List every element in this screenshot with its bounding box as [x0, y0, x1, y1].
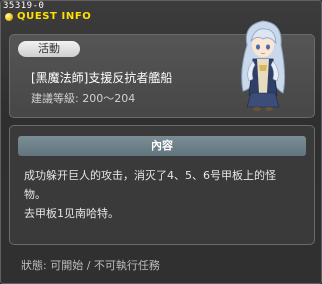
quest-id: 35319-0 [3, 1, 45, 11]
quest-info-window: 35319-0 QUEST INFO 活動 [黑魔法師]支援反抗者艦船 建議等級… [0, 0, 322, 284]
description-line: 成功躲开巨人的攻击，消灭了4、5、6号甲板上的怪 [24, 169, 276, 182]
quest-name: [黑魔法師]支援反抗者艦船 [31, 71, 173, 85]
description-line: 物。 [24, 188, 46, 201]
category-badge: 活動 [18, 41, 80, 57]
yellow-orb-icon [5, 13, 13, 21]
description-line: 去甲板1见南哈特。 [24, 207, 119, 220]
quest-description: 成功躲开巨人的攻击，消灭了4、5、6号甲板上的怪 物。 去甲板1见南哈特。 [24, 166, 304, 223]
recommended-level: 建議等級: 200～204 [31, 92, 136, 105]
window-title: QUEST INFO [17, 11, 92, 22]
npc-portrait [241, 20, 286, 111]
quest-status: 狀態: 可開始 / 不可執行任務 [21, 259, 160, 272]
content-panel: 內容 成功躲开巨人的攻击，消灭了4、5、6号甲板上的怪 物。 去甲板1见南哈特。 [9, 125, 315, 245]
content-header: 內容 [18, 136, 306, 156]
